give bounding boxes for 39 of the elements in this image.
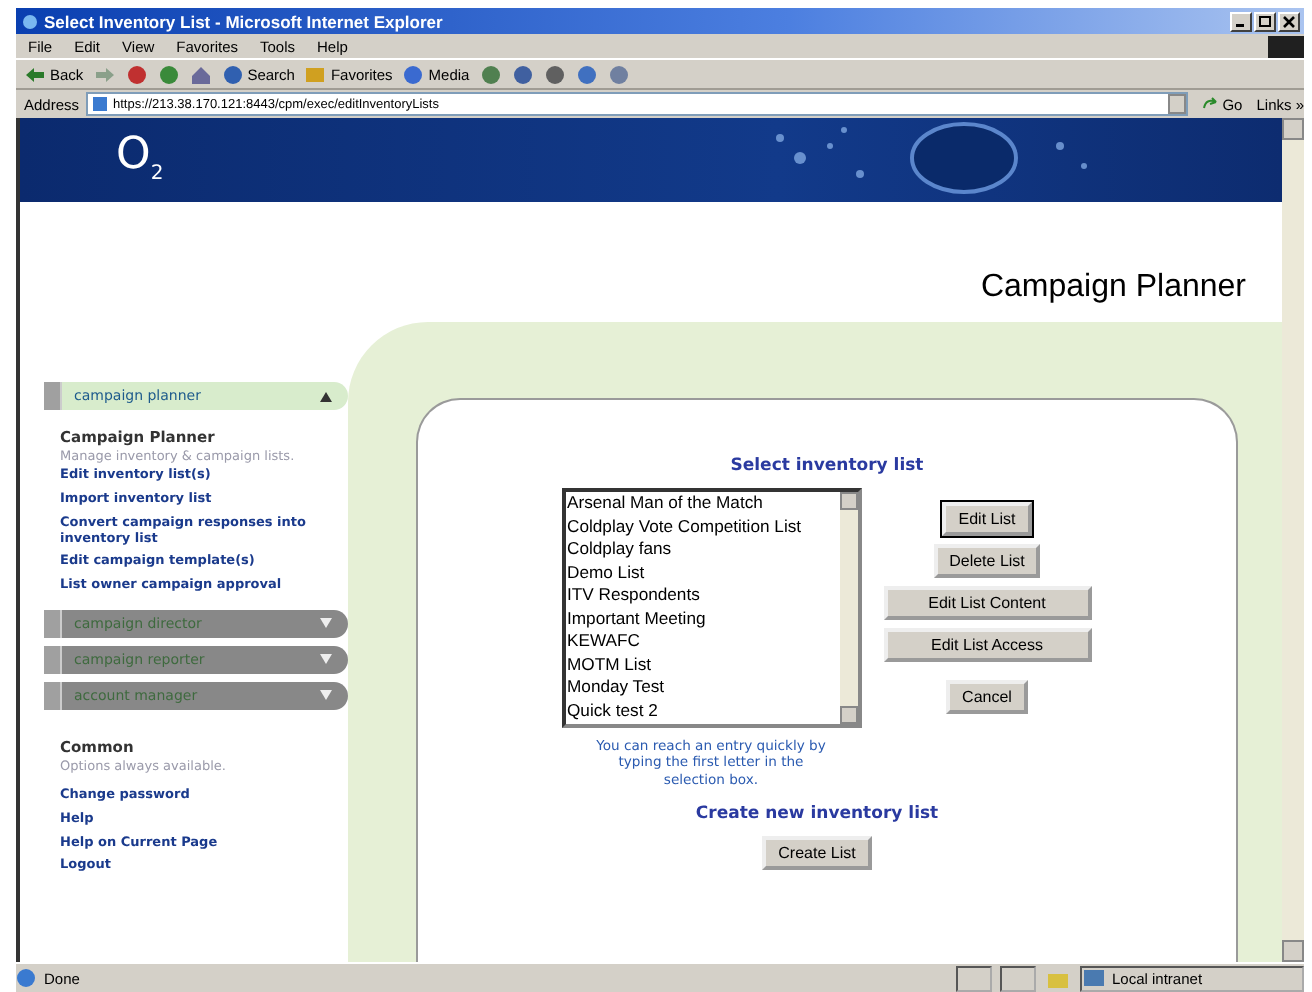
list-option[interactable]: Quick test 2 bbox=[565, 699, 839, 722]
list-option[interactable]: MOTM List bbox=[565, 653, 839, 676]
collapse-arrow-icon bbox=[320, 391, 332, 401]
list-option[interactable]: ITV Respondents bbox=[565, 584, 839, 607]
action-button[interactable]: Edit List Access bbox=[883, 628, 1091, 662]
brand-logo: O$_{2}$ bbox=[116, 130, 164, 185]
list-box[interactable]: Arsenal Man of the Match Coldplay Vote Competition List Coldplay fans Demo List ITV Respondents Important Meeting KEWAFC MOTM List Monday Test Quick test 2 bbox=[561, 488, 861, 728]
page-title: Campaign Planner bbox=[978, 268, 1248, 308]
home-icon[interactable] bbox=[189, 63, 212, 85]
expand-arrow-icon bbox=[320, 618, 332, 629]
section-heading: Create new inventory list bbox=[695, 804, 939, 825]
maximize-icon[interactable] bbox=[1254, 11, 1276, 31]
action-button[interactable]: Cancel bbox=[946, 680, 1028, 714]
minimize-icon[interactable] bbox=[1230, 11, 1252, 31]
action-button[interactable]: Edit List Content bbox=[883, 586, 1091, 620]
dropdown-icon[interactable] bbox=[1168, 94, 1187, 114]
list-option[interactable]: Important Meeting bbox=[565, 607, 839, 630]
section-heading: Select inventory list bbox=[730, 456, 924, 476]
create-list-button[interactable]: Create List bbox=[762, 836, 872, 871]
back-arrow-icon bbox=[24, 63, 46, 85]
scroll-down-icon[interactable] bbox=[1282, 940, 1304, 962]
expand-arrow-icon bbox=[320, 690, 332, 701]
close-icon[interactable] bbox=[1278, 11, 1300, 31]
list-option[interactable]: Demo List bbox=[565, 561, 839, 584]
scroll-up-icon[interactable] bbox=[1282, 118, 1304, 140]
go-arrow-icon bbox=[1202, 96, 1219, 112]
action-button[interactable]: Delete List bbox=[933, 544, 1041, 578]
status-panel bbox=[1000, 965, 1036, 991]
status-panel bbox=[956, 965, 992, 991]
list-option[interactable]: Monday Test bbox=[565, 676, 839, 699]
list-option[interactable]: Coldplay Vote Competition List bbox=[565, 515, 839, 538]
forward-arrow-icon[interactable] bbox=[93, 63, 116, 85]
scrollbar[interactable] bbox=[839, 492, 857, 724]
expand-arrow-icon bbox=[320, 654, 332, 665]
list-option[interactable]: KEWAFC bbox=[565, 630, 839, 653]
action-button[interactable]: Edit List bbox=[942, 502, 1032, 536]
list-option[interactable]: Coldplay fans bbox=[565, 538, 839, 561]
window-title: Select Inventory List - Microsoft Internet Explorer bbox=[44, 11, 445, 31]
list-option[interactable]: Arsenal Man of the Match bbox=[565, 492, 839, 515]
